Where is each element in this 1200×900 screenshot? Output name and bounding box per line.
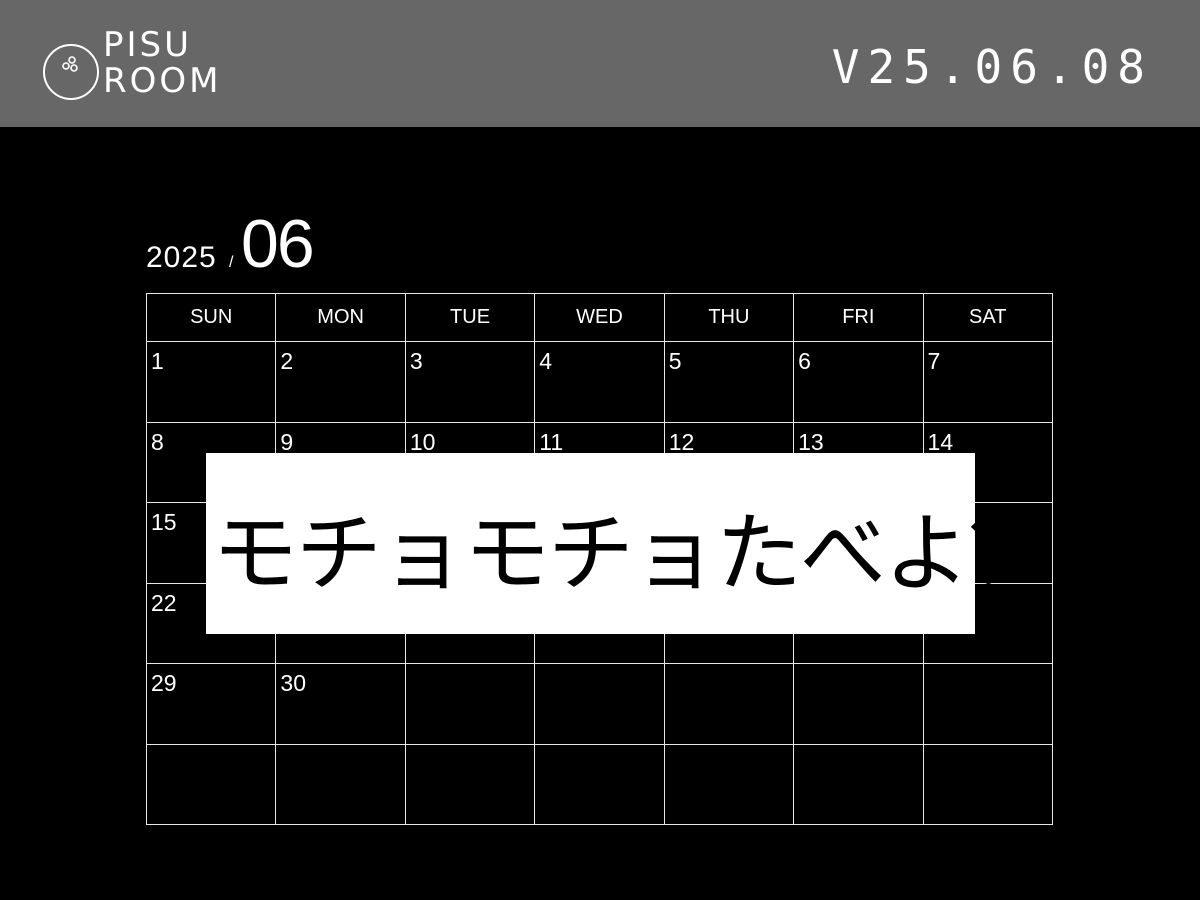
day-cell: 6	[793, 341, 924, 423]
day-cell	[793, 663, 924, 745]
overlay-message: モチョモチョたべよ？	[212, 504, 1054, 604]
day-cell	[534, 743, 665, 825]
day-cell	[534, 663, 665, 745]
calendar-week-row: 29 30	[145, 663, 1054, 745]
day-cell	[145, 743, 277, 825]
weekday-header: TUE	[404, 293, 536, 342]
calendar-week-row	[145, 743, 1054, 825]
day-cell: 29	[145, 663, 277, 745]
logo-text-line1: PISU	[103, 25, 192, 65]
day-cell	[275, 743, 406, 825]
calendar-title: 2025 / 06	[146, 205, 546, 285]
calendar-week-row: 1 2 3 4 5 6 7	[145, 341, 1054, 423]
weekday-header: WED	[534, 293, 665, 342]
calendar-separator: /	[229, 254, 234, 271]
day-cell: 3	[404, 341, 536, 423]
version-label: V25.06.08	[831, 40, 1153, 94]
day-cell	[922, 743, 1054, 825]
message-overlay-box: モチョモチョたべよ？	[206, 453, 1054, 634]
day-cell	[663, 663, 795, 745]
weekday-header-row: SUN MON TUE WED THU FRI SAT	[145, 293, 1054, 342]
day-cell	[663, 743, 795, 825]
logo-text-line2: ROOM	[103, 61, 222, 101]
weekday-header: SUN	[145, 293, 277, 342]
day-cell	[404, 743, 536, 825]
day-cell	[404, 663, 536, 745]
bowling-ball-icon	[43, 44, 99, 100]
calendar-year: 2025	[146, 241, 217, 274]
logo-wordmark: PISU ROOM	[103, 27, 221, 99]
day-cell	[922, 663, 1054, 745]
pisu-room-logo: PISU ROOM	[42, 27, 242, 107]
weekday-header: THU	[663, 293, 795, 342]
day-cell: 7	[922, 341, 1054, 423]
day-cell: 30	[275, 663, 406, 745]
weekday-header: SAT	[922, 293, 1054, 342]
day-cell	[793, 743, 924, 825]
header-bar: PISU ROOM V25.06.08	[0, 0, 1200, 127]
calendar-month: 06	[241, 206, 315, 282]
day-cell: 2	[275, 341, 406, 423]
weekday-header: FRI	[793, 293, 924, 342]
day-cell: 4	[534, 341, 665, 423]
day-cell: 1	[145, 341, 277, 423]
day-cell: 5	[663, 341, 795, 423]
weekday-header: MON	[275, 293, 406, 342]
